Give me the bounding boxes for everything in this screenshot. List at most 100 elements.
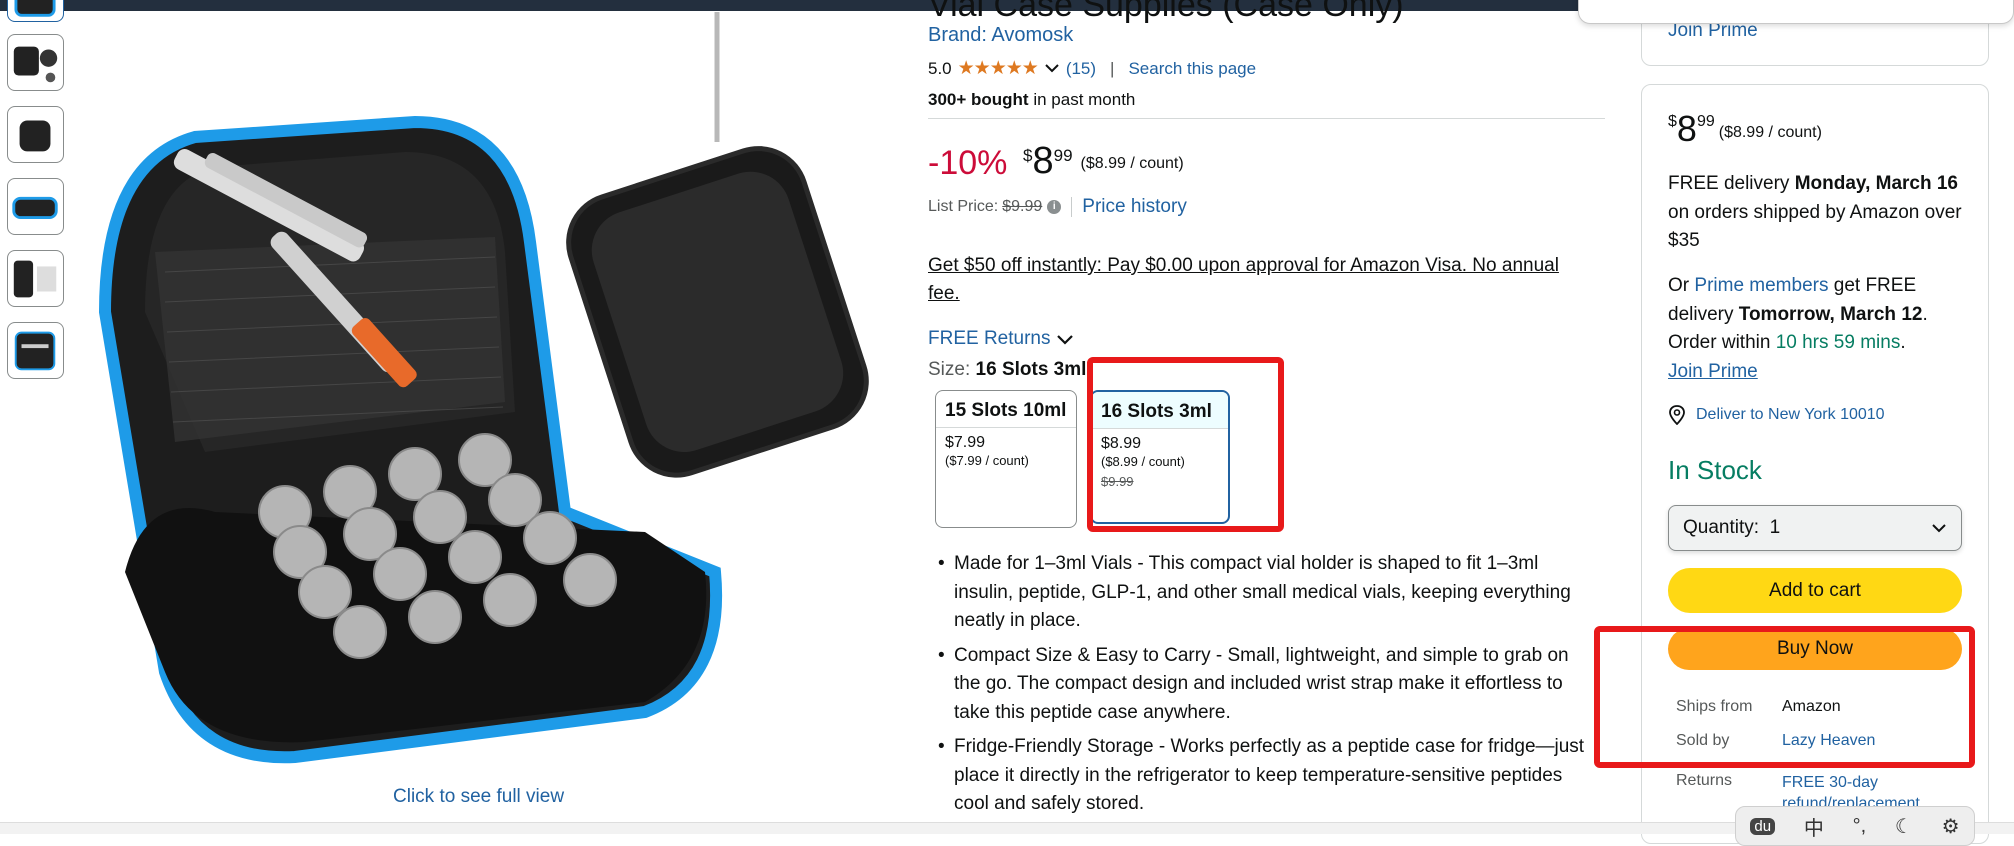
star-rating-icon[interactable]: ★★★★★ xyxy=(958,57,1039,80)
size-option-16-slots[interactable]: 16 Slots 3ml $8.99 ($8.99 / count) $9.99 xyxy=(1090,390,1230,524)
delivery-prefix: FREE delivery xyxy=(1668,173,1795,194)
info-icon[interactable]: i xyxy=(1047,200,1062,214)
list-price-row: List Price: $9.99 i Price history xyxy=(928,196,1187,218)
thumbnail-4[interactable] xyxy=(7,178,64,235)
size-option-15-slots[interactable]: 15 Slots 10ml $7.99 ($7.99 / count) xyxy=(935,390,1077,528)
price-whole: 8 xyxy=(1032,140,1054,182)
case-thumbnail-icon xyxy=(14,0,56,17)
ships-from-label: Ships from xyxy=(1676,698,1753,715)
price-history-link[interactable]: Price history xyxy=(1082,196,1187,218)
price-symbol: $ xyxy=(1668,113,1677,130)
case-thumbnail-icon xyxy=(12,196,58,220)
chevron-down-icon xyxy=(1932,524,1946,533)
price: $899 ($8.99 / count) xyxy=(1023,140,1184,183)
size-option-unit-price: ($7.99 / count) xyxy=(945,453,1029,468)
feature-bullet: Fridge-Friendly Storage - Works perfectl… xyxy=(938,733,1598,819)
case-thumbnail-icon xyxy=(14,331,56,371)
thumbnail-3[interactable] xyxy=(7,106,64,163)
search-this-page-link[interactable]: Search this page xyxy=(1128,59,1256,79)
browser-bottom-bar xyxy=(0,822,2014,834)
size-selected: 16 Slots 3ml xyxy=(975,359,1087,380)
ships-from-row: Ships from Amazon xyxy=(1676,698,1841,716)
size-option-unit-price: ($8.99 / count) xyxy=(1101,454,1185,469)
price-fraction: 99 xyxy=(1053,146,1073,165)
in-stock-status: In Stock xyxy=(1668,455,1762,485)
sold-by-row: Sold by Lazy Heaven xyxy=(1676,732,1875,750)
size-option-name: 16 Slots 3ml xyxy=(1092,392,1228,429)
product-title: Vial Case Supplies (Case Only) xyxy=(928,0,1404,24)
feature-bullet: Made for 1–3ml Vials - This compact vial… xyxy=(938,550,1598,636)
free-returns-label: FREE Returns xyxy=(928,328,1051,349)
free-delivery-info: FREE delivery Monday, March 16 on orders… xyxy=(1668,170,1968,256)
ime-language-toggle[interactable]: 中 xyxy=(1804,812,1824,841)
bought-count: 300+ bought xyxy=(928,90,1029,109)
delivery-suffix: on orders shipped by Amazon over $35 xyxy=(1668,201,1962,252)
price-per-unit: ($8.99 / count) xyxy=(1080,155,1184,172)
prime-date: Tomorrow, March 12 xyxy=(1738,303,1923,325)
size-option-price: $7.99 xyxy=(945,434,986,451)
thumbnail-2[interactable] xyxy=(7,34,64,91)
size-option-name: 15 Slots 10ml xyxy=(936,391,1076,428)
size-option-price: $8.99 xyxy=(1101,435,1142,452)
moon-icon[interactable]: ☾ xyxy=(1895,814,1913,839)
list-price-label: List Price: xyxy=(928,198,999,215)
divider xyxy=(928,118,1605,119)
rating-count-link[interactable]: (15) xyxy=(1066,59,1096,79)
prime-delivery-info: Or Prime members get FREE delivery Tomor… xyxy=(1668,272,1968,386)
product-main-image[interactable] xyxy=(85,12,885,782)
separator: | xyxy=(1110,58,1115,78)
price-whole: 8 xyxy=(1676,108,1697,149)
buy-now-button[interactable]: Buy Now xyxy=(1668,628,1962,670)
click-to-see-full-view-link[interactable]: Click to see full view xyxy=(393,786,564,808)
rating-value: 5.0 xyxy=(928,58,952,78)
price-fraction: 99 xyxy=(1696,113,1715,130)
quantity-label: Quantity: xyxy=(1683,517,1760,538)
ships-from-value: Amazon xyxy=(1782,698,1841,715)
location-pin-icon xyxy=(1669,405,1685,425)
size-option-list-price-value: $9.99 xyxy=(1101,474,1134,489)
delivery-date: Monday, March 16 xyxy=(1794,173,1959,194)
prime-or: Or xyxy=(1668,275,1695,296)
thumbnail-1[interactable] xyxy=(7,0,64,22)
prime-members-link[interactable]: Prime members xyxy=(1694,275,1828,296)
bought-in-past-month: 300+ bought in past month xyxy=(928,90,1135,110)
add-to-cart-button[interactable]: Add to cart xyxy=(1668,568,1962,613)
separator xyxy=(1071,197,1073,217)
ime-punctuation-toggle[interactable]: °, xyxy=(1853,815,1867,838)
quantity-value: 1 xyxy=(1769,517,1781,538)
case-lid xyxy=(566,146,869,478)
join-prime-link[interactable]: Join Prime xyxy=(1668,361,1758,382)
case-thumbnail-icon xyxy=(13,46,58,83)
chevron-down-icon[interactable] xyxy=(1044,59,1060,79)
thumbnail-6[interactable] xyxy=(7,322,64,379)
order-countdown: 10 hrs 59 mins xyxy=(1775,332,1901,353)
feature-bullets: Made for 1–3ml Vials - This compact vial… xyxy=(938,550,1598,825)
quantity-select[interactable]: Quantity: 1 xyxy=(1668,505,1962,551)
popup-overlay xyxy=(1578,0,2014,24)
buybox-price: $899($8.99 / count) xyxy=(1668,108,1822,150)
free-returns-link[interactable]: FREE Returns xyxy=(928,328,1074,350)
size-label-prefix: Size: xyxy=(928,359,976,380)
feature-bullet: Compact Size & Easy to Carry - Small, li… xyxy=(938,642,1598,728)
sold-by-label: Sold by xyxy=(1676,732,1730,749)
deliver-to-link[interactable]: Deliver to New York 10010 xyxy=(1668,405,1885,425)
thumbnail-5[interactable] xyxy=(7,250,64,307)
prime-period: . xyxy=(1900,332,1906,353)
size-label: Size: 16 Slots 3ml xyxy=(928,359,1086,381)
brand-link[interactable]: Brand: Avomosk xyxy=(928,24,1073,47)
chevron-down-icon xyxy=(1057,335,1074,345)
visa-promo-link[interactable]: Get $50 off instantly: Pay $0.00 upon ap… xyxy=(928,252,1568,308)
deliver-to-text: Deliver to New York 10010 xyxy=(1696,406,1885,423)
seller-link[interactable]: Lazy Heaven xyxy=(1782,732,1875,750)
ime-logo-icon[interactable]: du xyxy=(1750,817,1776,835)
case-thumbnail-icon xyxy=(19,120,51,152)
list-price-value: $9.99 xyxy=(1002,198,1043,215)
gear-icon[interactable]: ⚙ xyxy=(1942,814,1960,839)
size-option-list-price: $9.99 xyxy=(1092,470,1228,493)
discount-percent: -10% xyxy=(928,144,1008,182)
rating-row: 5.0 ★★★★★ (15) | Search this page xyxy=(928,57,1256,80)
case-thumbnail-icon xyxy=(13,260,57,298)
price-per-unit: ($8.99 / count) xyxy=(1718,124,1822,141)
returns-label: Returns xyxy=(1676,772,1733,789)
ime-toolbar: du 中 °, ☾ ⚙ xyxy=(1735,806,1975,846)
